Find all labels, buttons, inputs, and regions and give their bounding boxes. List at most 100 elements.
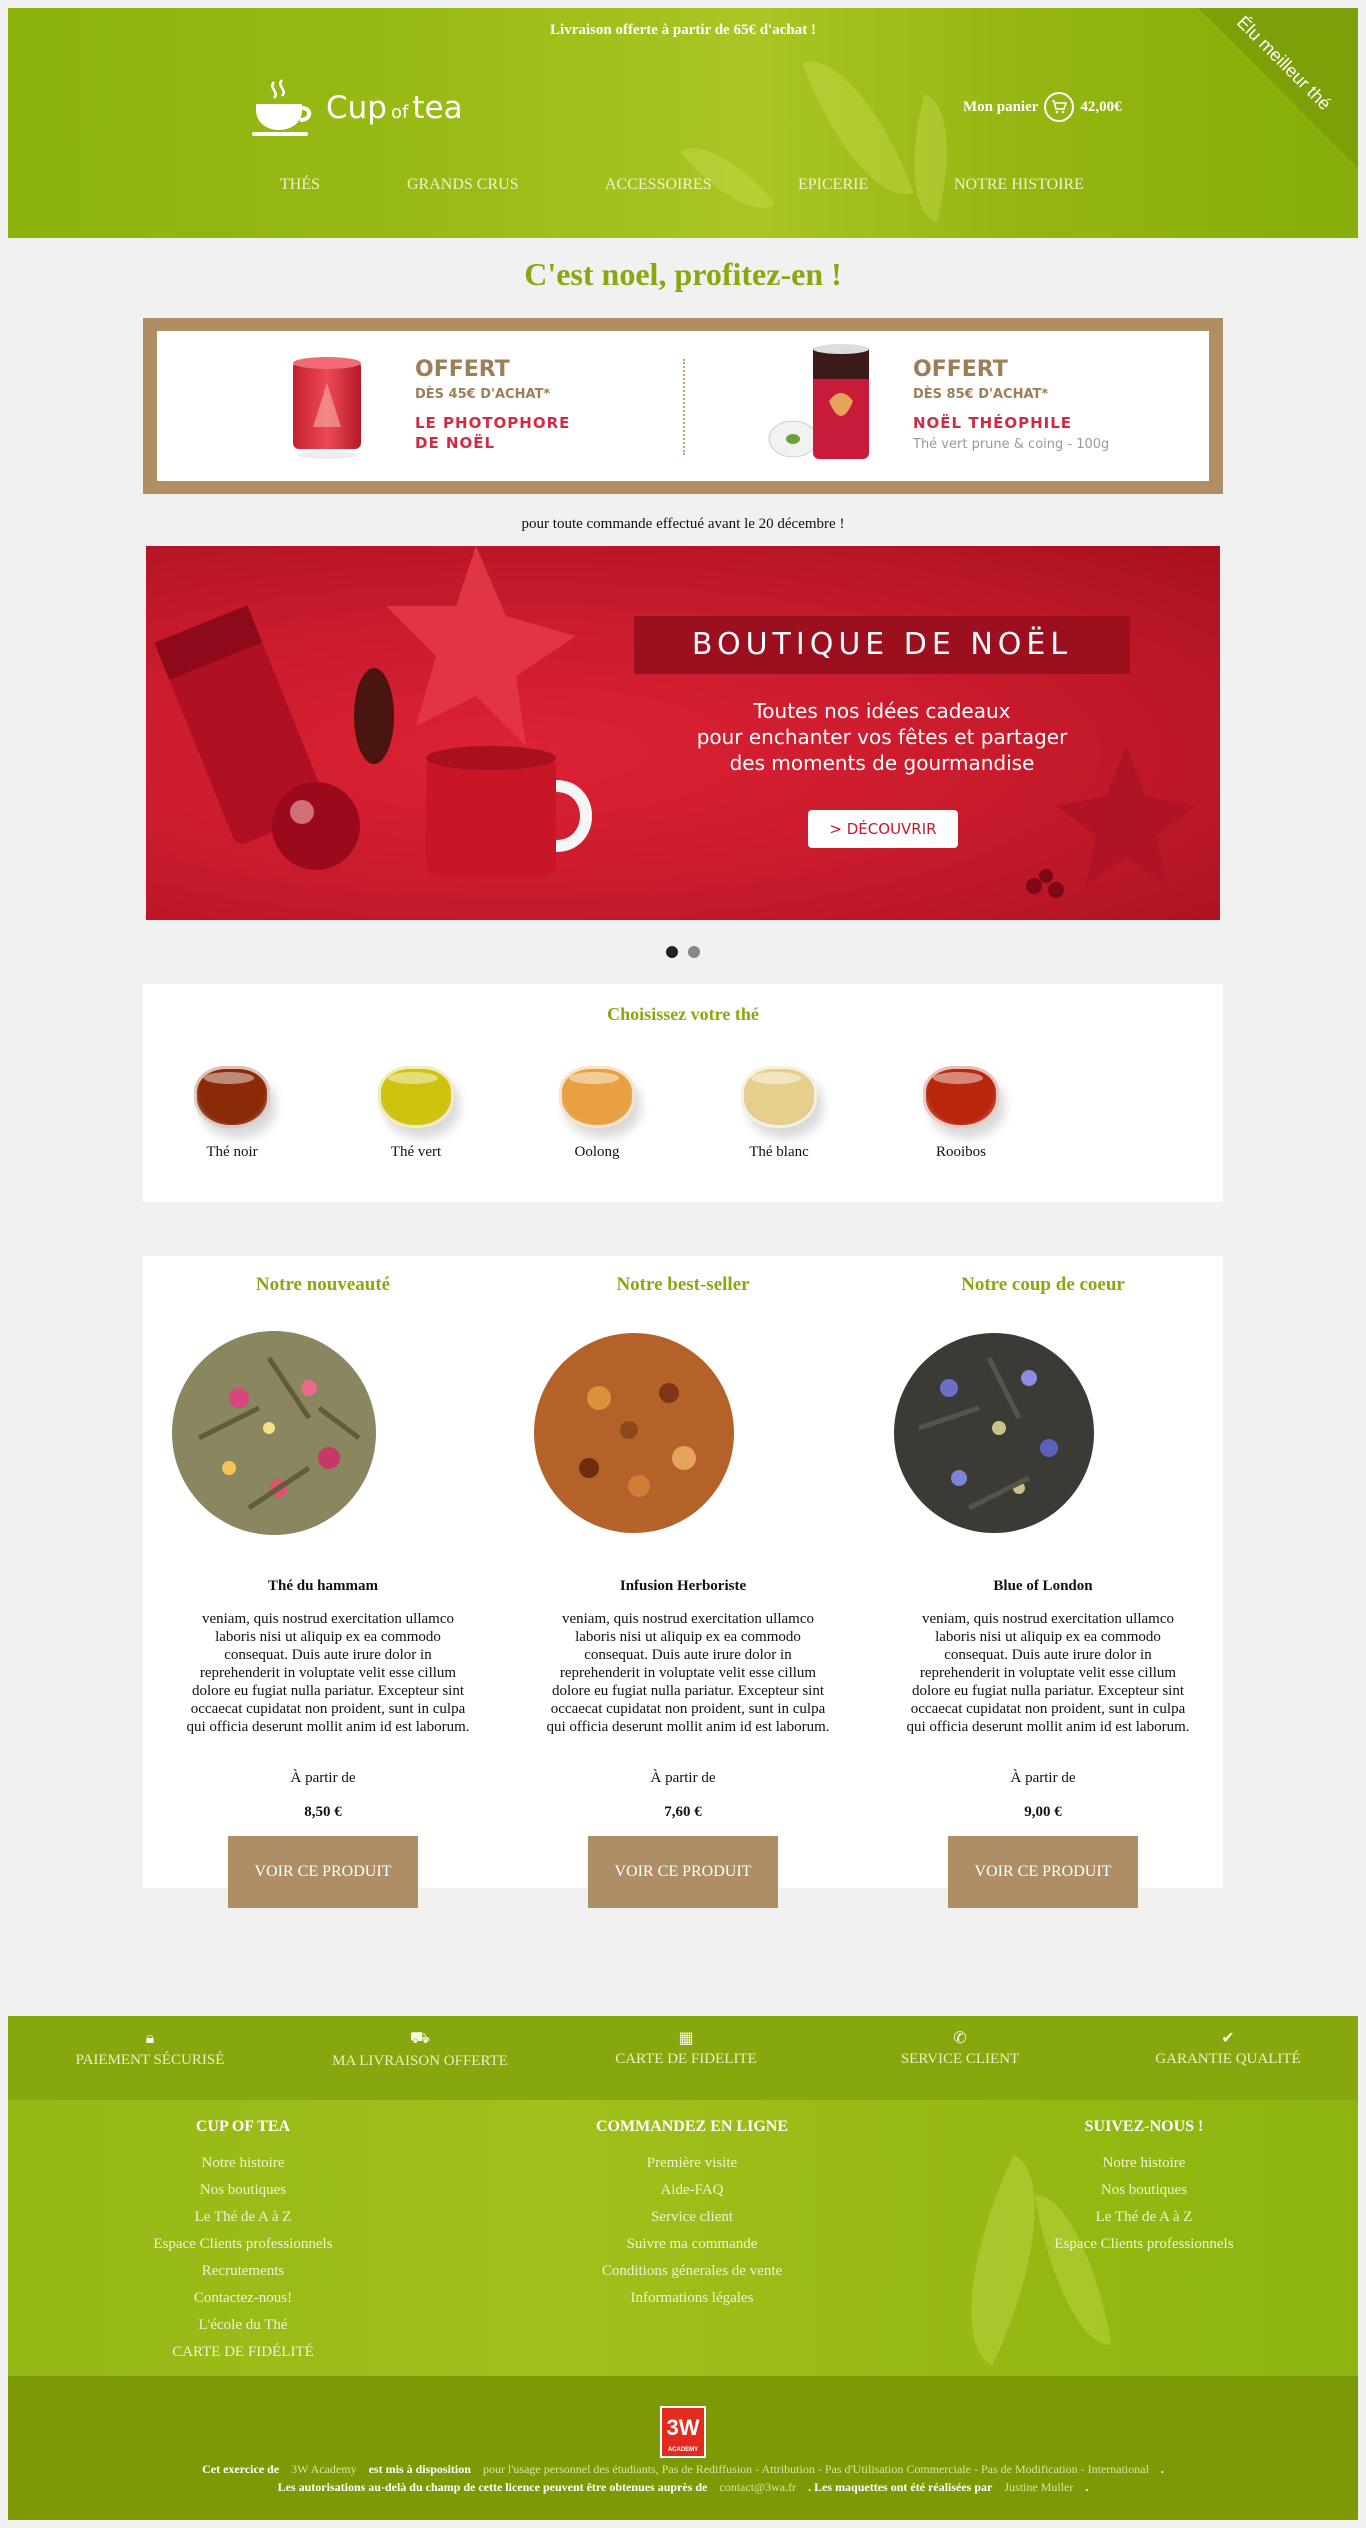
discover-button[interactable]: > DÉCOUVRIR xyxy=(808,810,958,848)
tea-category-oolong[interactable]: Oolong xyxy=(532,1060,662,1161)
footer-link[interactable]: Nos boutiques xyxy=(984,2177,1304,2204)
choose-tea-title: Choisissez votre thé xyxy=(607,1004,759,1024)
footer-col-follow-us: SUIVEZ-NOUS ! Notre histoire Nos boutiqu… xyxy=(984,2118,1304,2258)
product-name[interactable]: Thé du hammam xyxy=(143,1578,503,1595)
cart-icon[interactable] xyxy=(1044,92,1075,122)
candle-holder-image xyxy=(293,357,361,459)
check-circle-icon: ✔ xyxy=(1221,2028,1235,2047)
featured-products: Notre nouveauté Thé du hammam veniam, qu… xyxy=(143,1256,1223,1908)
offer1-name-line1: LE PHOTOPHORE xyxy=(415,414,571,432)
feature-secure-payment[interactable]: 🔒︎ PAIEMENT SÉCURISÉ xyxy=(20,2028,280,2069)
offer2-description: Thé vert prune & coing - 100g xyxy=(913,437,1110,452)
feature-customer-service[interactable]: ✆ SERVICE CLIENT xyxy=(830,2028,1090,2068)
view-product-button[interactable]: VOIR CE PRODUIT xyxy=(948,1836,1138,1908)
3w-academy-link[interactable]: 3W Academy xyxy=(291,2462,356,2476)
tea-blend-image[interactable] xyxy=(159,1318,389,1548)
money-card-icon: ▦ xyxy=(678,2028,694,2047)
nav-item-grands-crus[interactable]: GRANDS CRUS xyxy=(407,176,519,194)
product-description: veniam, quis nostrud exercitation ullamc… xyxy=(186,1611,470,1735)
gift-offer-note: pour toute commande effectué avant le 20… xyxy=(521,516,845,532)
product-heading: Notre coup de coeur xyxy=(961,1274,1125,1295)
nav-item-accessoires[interactable]: ACCESSOIRES xyxy=(605,176,712,194)
logo[interactable]: Cup of tea xyxy=(250,68,463,148)
tea-blend-image[interactable] xyxy=(519,1318,749,1548)
tea-category-vert[interactable]: Thé vert xyxy=(351,1060,481,1161)
footer-col-order-online: COMMANDEZ EN LIGNE Première visite Aide-… xyxy=(532,2118,852,2312)
view-product-button[interactable]: VOIR CE PRODUIT xyxy=(588,1836,778,1908)
tea-category-label: Thé noir xyxy=(206,1144,258,1160)
offer1-condition: DÈS 45€ D'ACHAT* xyxy=(415,387,551,402)
footer-link[interactable]: Service client xyxy=(532,2204,852,2231)
cart[interactable]: Mon panier 42,00€ xyxy=(963,92,1122,122)
tea-cup-icon xyxy=(374,1060,458,1134)
3w-academy-logo[interactable]: 3W ACADEMY xyxy=(660,2406,706,2458)
slider-dot-2[interactable] xyxy=(688,946,700,958)
nav-item-notre-histoire[interactable]: NOTRE HISTOIRE xyxy=(954,176,1084,194)
christmas-shop-title: BOUTIQUE DE NOËL xyxy=(634,616,1130,674)
gift-banner-inner: OFFERT DÈS 45€ D'ACHAT* LE PHOTOPHORE DE… xyxy=(157,331,1209,481)
product-price: 7,60 € xyxy=(664,1804,702,1820)
tea-category-label: Thé blanc xyxy=(749,1144,809,1160)
product-price: 9,00 € xyxy=(1024,1804,1062,1820)
footer-link[interactable]: Espace Clients professionnels xyxy=(984,2231,1304,2258)
feature-loyalty-card[interactable]: ▦ CARTE DE FIDELITE xyxy=(556,2028,816,2068)
product-price-prefix: À partir de xyxy=(290,1770,356,1786)
tea-category-rooibos[interactable]: Rooibos xyxy=(896,1060,1026,1161)
footer-link[interactable]: Notre histoire xyxy=(83,2150,403,2177)
footer-link[interactable]: Contactez-nous! xyxy=(83,2285,403,2312)
offer2-title: OFFERT xyxy=(913,357,1008,382)
product-heading: Notre nouveauté xyxy=(255,1274,391,1295)
license-link[interactable]: pour l'usage personnel des étudiants, Pa… xyxy=(483,2462,1149,2476)
feature-free-delivery[interactable]: ⛟ MA LIVRAISON OFFERTE xyxy=(290,2028,550,2070)
nav-item-thes[interactable]: THÉS xyxy=(280,176,320,194)
award-ribbon xyxy=(1198,8,1358,168)
tea-cup-icon xyxy=(190,1060,274,1134)
footer-link[interactable]: Suivre ma commande xyxy=(532,2231,852,2258)
product-price-prefix: À partir de xyxy=(1010,1770,1076,1786)
view-product-button[interactable]: VOIR CE PRODUIT xyxy=(228,1836,418,1908)
footer-link[interactable]: Le Thé de A à Z xyxy=(984,2204,1304,2231)
footer-link[interactable]: L'école du Thé xyxy=(83,2312,403,2339)
product-card: Notre coup de coeur Blue of London venia… xyxy=(863,1256,1223,1908)
phone-icon: ✆ xyxy=(953,2028,967,2047)
tea-category-label: Oolong xyxy=(574,1144,620,1160)
product-name[interactable]: Infusion Herboriste xyxy=(503,1578,863,1595)
truck-icon: ⛟ xyxy=(409,2028,431,2047)
footer-link[interactable]: Notre histoire xyxy=(984,2150,1304,2177)
gift-banner[interactable]: OFFERT DÈS 45€ D'ACHAT* LE PHOTOPHORE DE… xyxy=(143,318,1223,494)
cart-label: Mon panier xyxy=(963,98,1039,115)
product-price-prefix: À partir de xyxy=(650,1770,716,1786)
tea-category-blanc[interactable]: Thé blanc xyxy=(714,1060,844,1161)
nav-item-epicerie[interactable]: EPICERIE xyxy=(798,176,868,194)
lock-icon: 🔒︎ xyxy=(145,2028,155,2047)
slider-pagination xyxy=(666,946,700,958)
tea-cup-icon xyxy=(555,1060,639,1134)
slider-dot-1[interactable] xyxy=(666,946,678,958)
footer-link[interactable]: Aide-FAQ xyxy=(532,2177,852,2204)
footer-link[interactable]: Espace Clients professionnels xyxy=(83,2231,403,2258)
tea-category-noir[interactable]: Thé noir xyxy=(167,1060,297,1161)
footer-links: CUP OF TEA Notre histoire Nos boutiques … xyxy=(8,2100,1358,2376)
christmas-slider[interactable]: BOUTIQUE DE NOËL Toutes nos idées cadeau… xyxy=(146,546,1220,920)
site-header: Livraison offerte à partir de 65€ d'acha… xyxy=(8,8,1358,238)
page: Livraison offerte à partir de 65€ d'acha… xyxy=(8,8,1358,2520)
footer-link[interactable]: Première visite xyxy=(532,2150,852,2177)
contact-email-link[interactable]: contact@3wa.fr xyxy=(719,2480,796,2494)
product-name[interactable]: Blue of London xyxy=(863,1578,1223,1595)
tea-cup-icon xyxy=(737,1060,821,1134)
tea-blend-image[interactable] xyxy=(879,1318,1109,1548)
footer-link[interactable]: Conditions génerales de vente xyxy=(532,2258,852,2285)
footer-link[interactable]: Informations légales xyxy=(532,2285,852,2312)
feature-quality-guarantee[interactable]: ✔ GARANTIE QUALITÉ xyxy=(1098,2028,1358,2068)
footer-link[interactable]: Nos boutiques xyxy=(83,2177,403,2204)
footer-col-cup-of-tea: CUP OF TEA Notre histoire Nos boutiques … xyxy=(83,2118,403,2366)
footer-link[interactable]: Recrutements xyxy=(83,2258,403,2285)
designer-link[interactable]: Justine Muller xyxy=(1004,2480,1073,2494)
offer2-condition: DÈS 85€ D'ACHAT* xyxy=(913,387,1049,402)
gift-separator xyxy=(683,359,685,455)
footer-link[interactable]: Le Thé de A à Z xyxy=(83,2204,403,2231)
offer1-title: OFFERT xyxy=(415,357,510,382)
footer-link[interactable]: CARTE DE FIDÉLITÉ xyxy=(83,2339,403,2366)
free-shipping-note: Livraison offerte à partir de 65€ d'acha… xyxy=(550,22,816,38)
cart-amount: 42,00€ xyxy=(1080,98,1122,115)
